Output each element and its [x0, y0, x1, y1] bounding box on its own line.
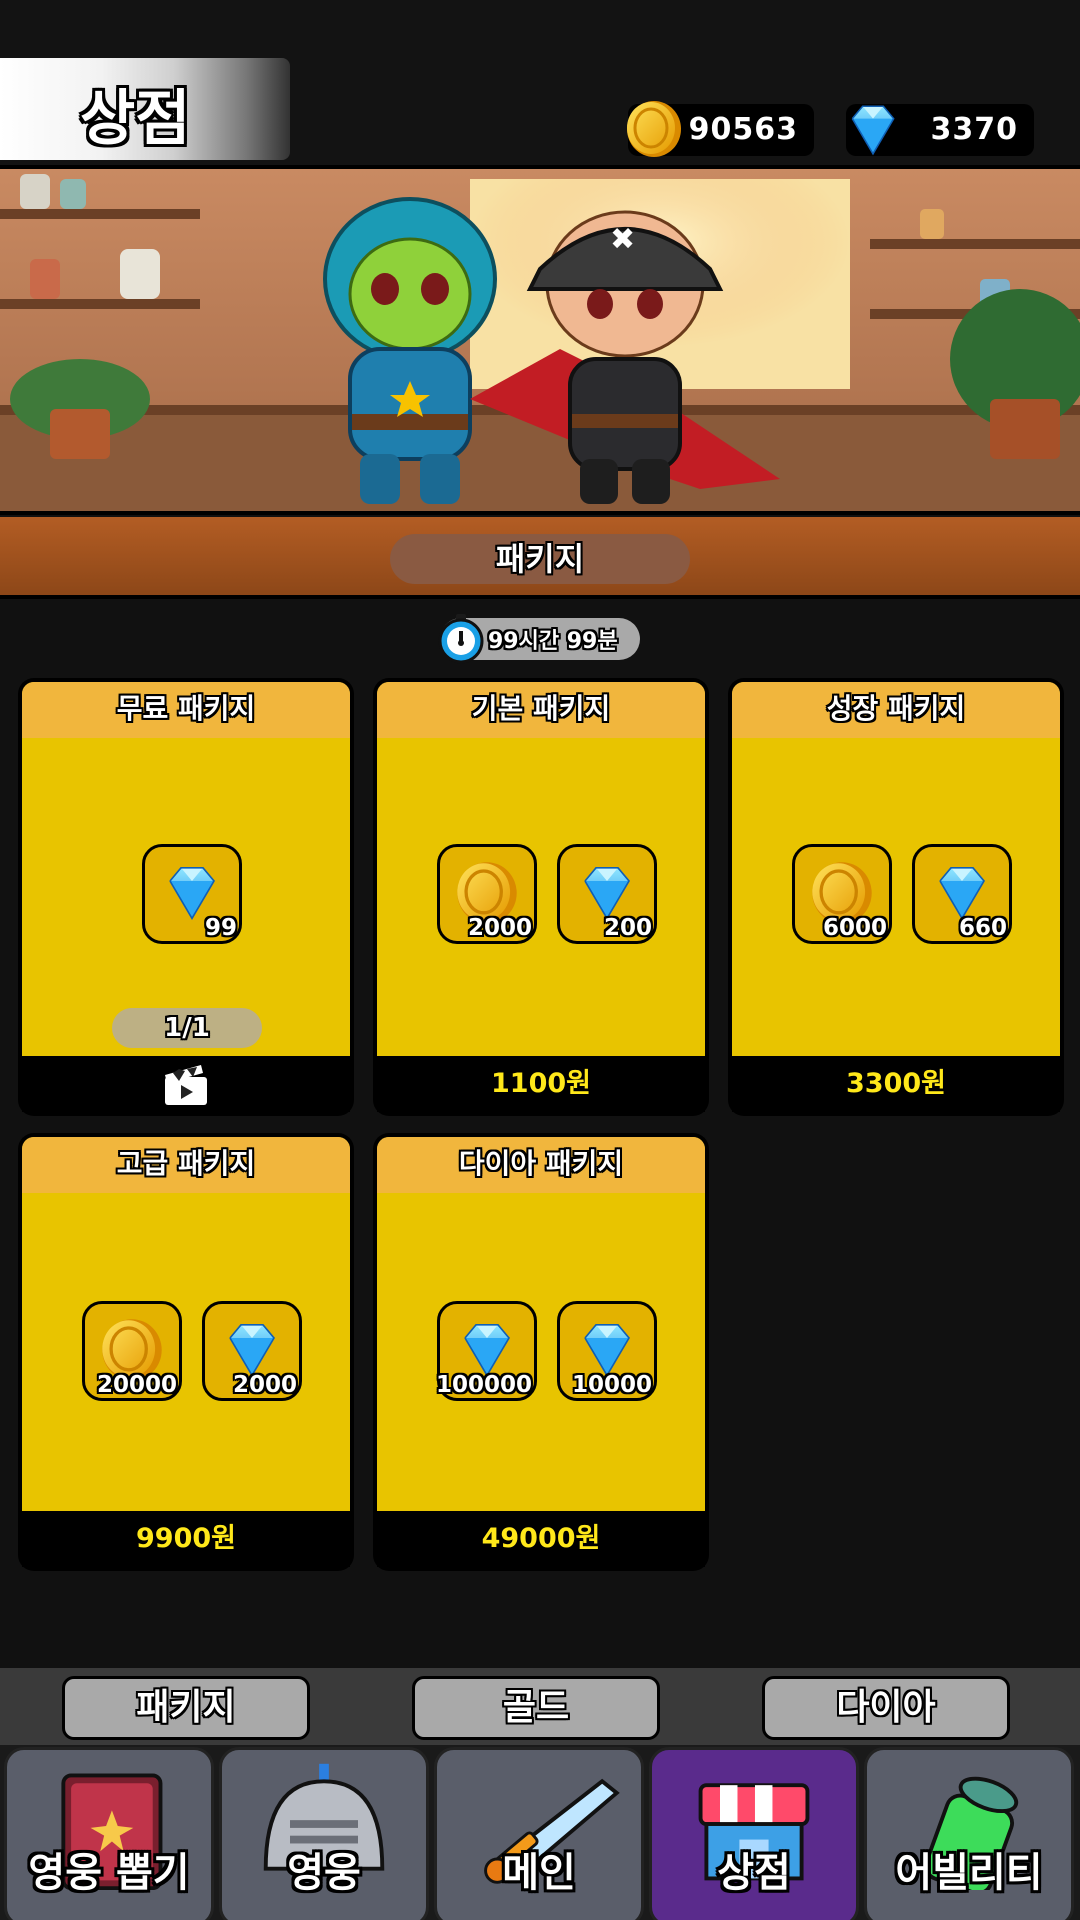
nav-hero-summon[interactable]: 영웅 뽑기: [4, 1747, 214, 1920]
tab-package[interactable]: 패키지: [62, 1676, 310, 1740]
reward-count: 10000: [571, 1372, 652, 1398]
reward-count: 6000: [822, 915, 887, 941]
purchase-limit-badge: 1/1: [112, 1008, 262, 1048]
shop-category-tabs: 패키지 골드 다이아: [0, 1665, 1080, 1745]
nav-main[interactable]: 메인: [434, 1747, 644, 1920]
video-ad-icon: [165, 1065, 207, 1105]
watch-ad-button[interactable]: [22, 1056, 350, 1112]
package-card-diamond[interactable]: 다이아 패키지 100000 10000 49000원: [373, 1133, 709, 1571]
price-button[interactable]: 49000원: [377, 1511, 705, 1567]
card-title: 무료 패키지: [22, 682, 350, 738]
reward-item-gold: 20000: [82, 1301, 182, 1401]
card-title: 기본 패키지: [377, 682, 705, 738]
reward-count: 200: [603, 915, 652, 941]
nav-ability[interactable]: 어빌리티: [864, 1747, 1074, 1920]
gold-amount: 90563: [688, 112, 798, 147]
reward-item-gold: 6000: [792, 844, 892, 944]
price-button[interactable]: 1100원: [377, 1056, 705, 1112]
reward-item-gold: 2000: [437, 844, 537, 944]
price-button[interactable]: 9900원: [22, 1511, 350, 1567]
shop-banner-image: ✖: [0, 165, 1080, 515]
reward-count: 20000: [96, 1372, 177, 1398]
card-title: 고급 패키지: [22, 1137, 350, 1193]
stopwatch-icon: [438, 614, 484, 664]
diamond-icon: [842, 98, 904, 160]
nav-hero[interactable]: 영웅: [219, 1747, 429, 1920]
nav-label: 상점: [717, 1850, 791, 1896]
reward-count: 2000: [467, 915, 532, 941]
reward-count: 100000: [435, 1372, 532, 1398]
reward-item-diamond: 10000: [557, 1301, 657, 1401]
reward-item-diamond: 99: [142, 844, 242, 944]
nav-label: 메인: [502, 1850, 576, 1896]
reward-count: 660: [958, 915, 1007, 941]
page-title: 상점: [80, 84, 191, 154]
package-card-growth[interactable]: 성장 패키지 6000 660 3300원: [728, 678, 1064, 1116]
price-button[interactable]: 3300원: [732, 1056, 1060, 1112]
timer-text: 99시간 99분: [488, 629, 618, 654]
svg-text:✖: ✖: [610, 222, 635, 257]
nav-shop[interactable]: 상점: [649, 1747, 859, 1920]
gold-coin-icon: [624, 98, 684, 160]
nav-label: 어빌리티: [895, 1850, 1043, 1896]
diamond-amount: 3370: [930, 112, 1018, 147]
package-card-premium[interactable]: 고급 패키지 20000 2000 9900원: [18, 1133, 354, 1571]
nav-label: 영웅: [287, 1850, 361, 1896]
card-title: 성장 패키지: [732, 682, 1060, 738]
reward-item-diamond: 200: [557, 844, 657, 944]
reward-count: 2000: [232, 1372, 297, 1398]
tab-gold[interactable]: 골드: [412, 1676, 660, 1740]
reward-item-diamond: 660: [912, 844, 1012, 944]
tab-diamond[interactable]: 다이아: [762, 1676, 1010, 1740]
section-header: 패키지: [0, 517, 1080, 599]
package-card-free[interactable]: 무료 패키지 99 1/1: [18, 678, 354, 1116]
bottom-nav: 영웅 뽑기 영웅 메인 상점 어빌리티: [0, 1745, 1080, 1920]
nav-label: 영웅 뽑기: [28, 1850, 190, 1896]
reward-count: 99: [204, 915, 237, 941]
package-timer: 99시간 99분: [438, 614, 640, 664]
card-title: 다이아 패키지: [377, 1137, 705, 1193]
section-title: 패키지: [390, 534, 690, 584]
reward-item-diamond: 100000: [435, 1301, 537, 1401]
top-header: 상점 90563 3370: [0, 0, 1080, 165]
package-card-basic[interactable]: 기본 패키지 2000 200 1100원: [373, 678, 709, 1116]
reward-item-diamond: 2000: [202, 1301, 302, 1401]
